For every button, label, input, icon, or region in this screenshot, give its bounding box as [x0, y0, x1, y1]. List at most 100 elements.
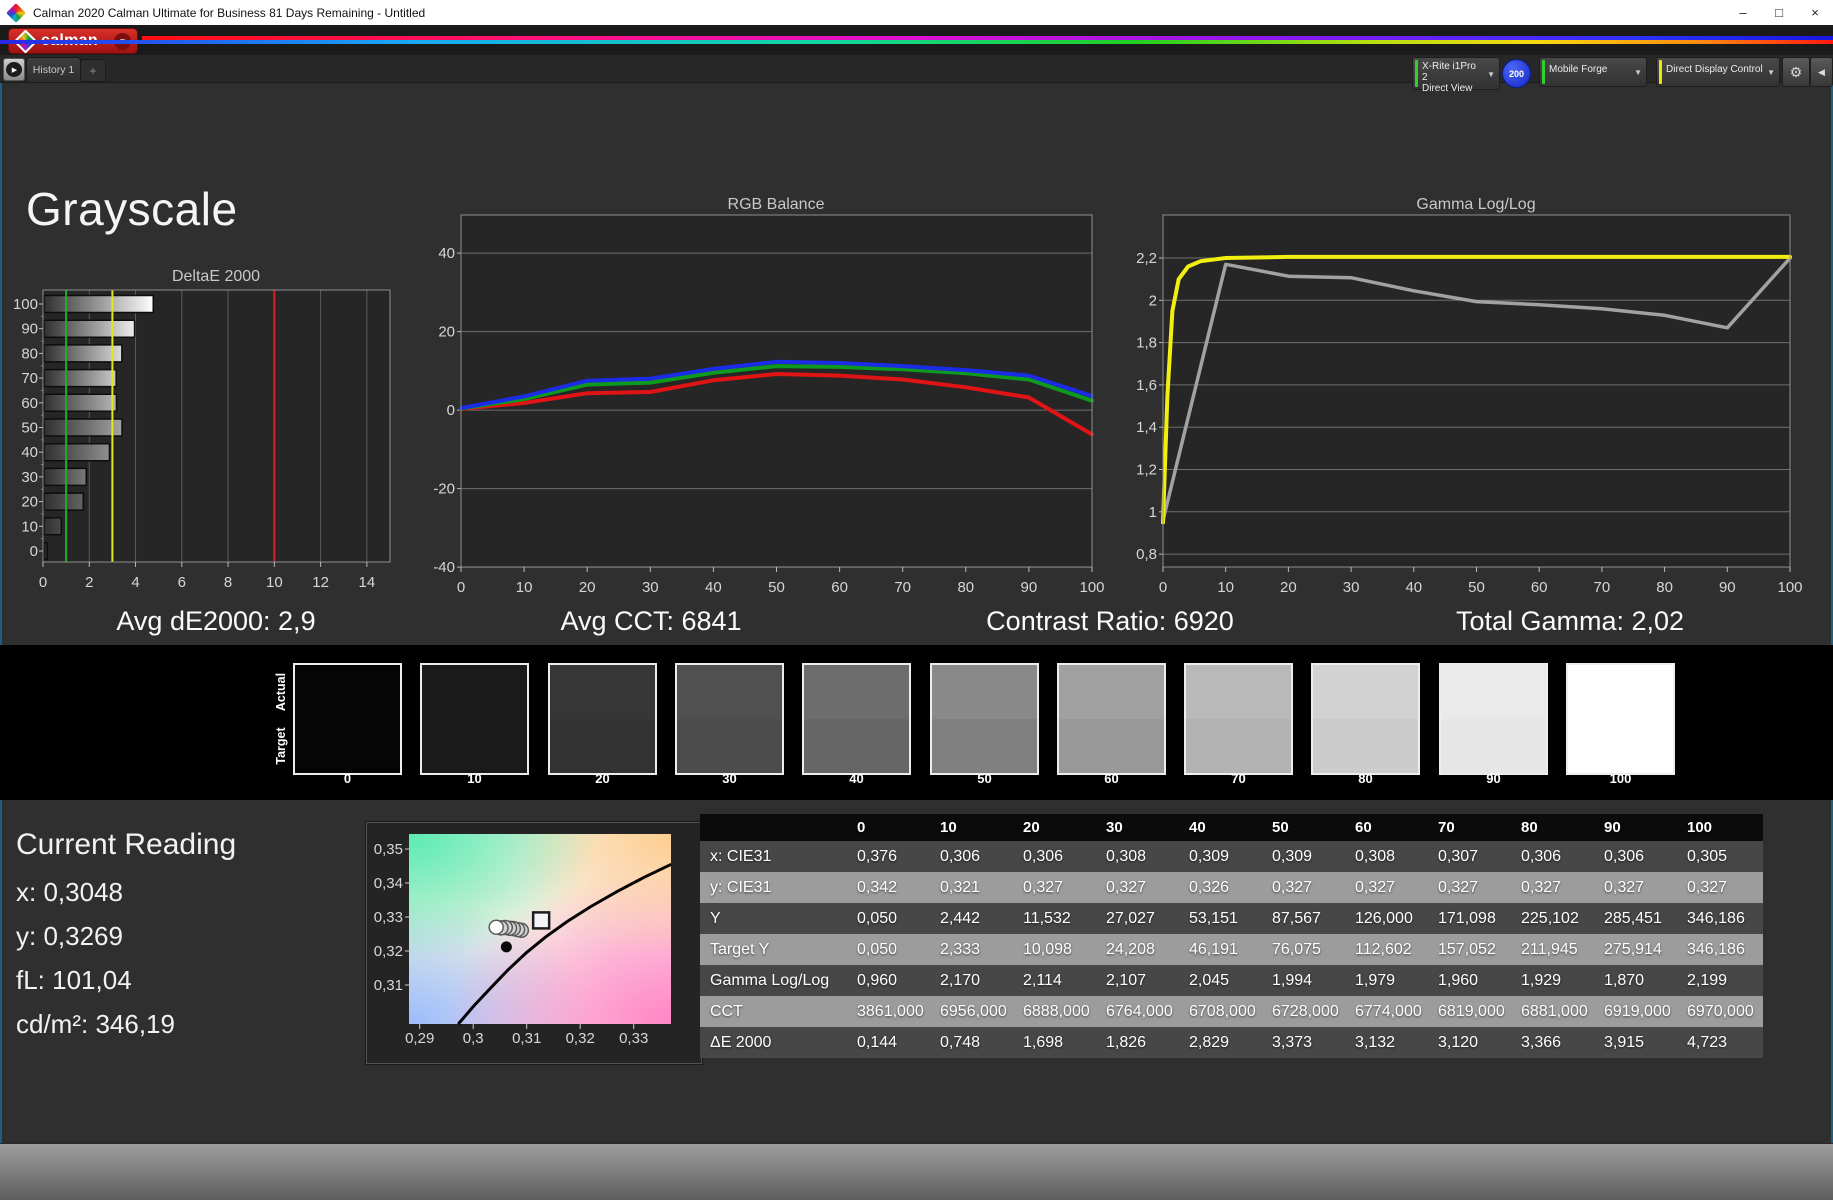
y-axis-label: 20	[438, 324, 455, 341]
target-row-label: Target	[274, 727, 288, 765]
actual-swatch	[550, 665, 655, 719]
x-axis-label: 50	[768, 579, 785, 596]
x-axis-label: 0	[39, 574, 47, 591]
reading-cdm: cd/m²: 346,19	[16, 1009, 175, 1039]
row-label: x: CIE31	[710, 848, 772, 865]
x-axis-label: 0	[1159, 579, 1167, 596]
x-axis-label: 30	[1343, 579, 1360, 596]
x-axis-label: 60	[1531, 579, 1548, 596]
x-axis-label: 0,29	[405, 1030, 434, 1047]
table-row: y: CIE31 0,342 0,321 0,327 0,327 0,326 0,327 0,…	[700, 872, 1763, 903]
table-cell: 0,306	[1604, 848, 1645, 865]
cie-chromaticity-panel: 0,35 0,34 0,33 0,32 0,31 0,29 0,3 0,31 0,32 0,33	[366, 822, 702, 1064]
table-cell: 1,698	[1023, 1034, 1064, 1051]
table-cell: 46,191	[1189, 941, 1238, 958]
y-axis-label: 40	[21, 444, 38, 461]
table-header-cell: 50	[1272, 819, 1289, 836]
x-axis-label: 70	[894, 579, 911, 596]
y-axis-label: 1	[1149, 504, 1157, 521]
table-cell: 0,321	[940, 879, 981, 896]
table-cell: 1,979	[1355, 972, 1396, 989]
summary-total-gamma: Total Gamma: 2,02	[1455, 606, 1685, 636]
strip-swatch-label: 0	[343, 771, 352, 786]
y-axis-label: 100	[13, 296, 38, 313]
display-control-status-bar	[1659, 60, 1662, 84]
strip-swatch-label: 100	[1609, 771, 1632, 786]
y-axis-label: 0,8	[1136, 546, 1157, 563]
maximize-button[interactable]: □	[1761, 0, 1797, 25]
chevron-down-icon: ▼	[1767, 68, 1775, 77]
table-cell: 0,327	[1687, 879, 1728, 896]
strip-swatch-label: 70	[1231, 771, 1246, 786]
table-header-cell: 100	[1687, 819, 1713, 836]
target-marker	[531, 911, 551, 930]
table-cell: 0,327	[1106, 879, 1147, 896]
play-arrow-icon: ▶	[6, 62, 22, 77]
x-axis-label: 10	[266, 574, 283, 591]
table-cell: 3,915	[1604, 1034, 1645, 1051]
add-tab-button[interactable]: +	[80, 59, 106, 82]
close-button[interactable]: ×	[1797, 0, 1833, 25]
meter-status-bar	[1415, 60, 1418, 87]
table-cell: 0,327	[1521, 879, 1562, 896]
table-cell: 6919,000	[1604, 1003, 1671, 1020]
y-axis-label: 0,33	[374, 909, 403, 926]
minimize-button[interactable]: –	[1725, 0, 1761, 25]
source-label: Mobile Forge	[1549, 64, 1608, 75]
strip-swatch-70	[1184, 663, 1293, 775]
strip-swatch-10	[420, 663, 529, 775]
x-axis-label: 0,33	[619, 1030, 648, 1047]
summary-avg-cct: Avg CCT: 6841	[560, 606, 742, 636]
table-cell: 2,107	[1106, 972, 1147, 989]
table-header-cell: 80	[1521, 819, 1538, 836]
window-title: Calman 2020 Calman Ultimate for Business…	[33, 5, 426, 20]
deltae-bar	[43, 294, 155, 314]
table-cell: 211,945	[1521, 941, 1578, 958]
table-header-row: 0 10 20 30 40 50 60 70 80 90 100	[700, 814, 1763, 841]
deltae-bar	[43, 368, 117, 388]
history-panel-toggle-button[interactable]: ▶	[3, 58, 25, 81]
collapse-button[interactable]: ◀	[1810, 57, 1833, 87]
table-cell: 1,960	[1438, 972, 1479, 989]
y-axis-label: 60	[21, 395, 38, 412]
bottom-bar: 0102030405060708090100 ▲ ■ ▶ [··] ∞ ↻ « …	[0, 1143, 1833, 1200]
target-swatch	[295, 719, 400, 773]
table-cell: 6764,000	[1106, 1003, 1173, 1020]
meter-label: X-Rite i1Pro 2 Direct View	[1422, 61, 1476, 94]
strip-swatch-60	[1057, 663, 1166, 775]
results-table: 0 10 20 30 40 50 60 70 80 90 100 x: CIE31 0,376 0,306…	[700, 814, 1763, 1058]
table-cell: 3,373	[1272, 1034, 1313, 1051]
target-swatch	[1441, 719, 1546, 773]
actual-swatch	[1441, 665, 1546, 719]
table-cell: 2,170	[940, 972, 981, 989]
daylight-locus-curve	[457, 862, 672, 1026]
tab-history-1[interactable]: History 1	[26, 57, 81, 82]
table-cell: 6888,000	[1023, 1003, 1090, 1020]
cie-chart: 0,35 0,34 0,33 0,32 0,31 0,29 0,3 0,31 0,32 0,33	[374, 841, 672, 1047]
summary-contrast-ratio: Contrast Ratio: 6920	[986, 606, 1234, 636]
settings-button[interactable]: ⚙	[1782, 57, 1810, 87]
y-axis-label: 10	[21, 518, 38, 535]
strip-swatch-label: 50	[977, 771, 992, 786]
strip-swatch-30	[675, 663, 784, 775]
actual-swatch	[1186, 665, 1291, 719]
strip-swatch-label: 80	[1358, 771, 1373, 786]
table-header-cell: 10	[940, 819, 957, 836]
display-control-dropdown[interactable]: Direct Display Control ▼	[1656, 57, 1780, 87]
table-cell: 0,327	[1272, 879, 1313, 896]
x-axis-label: 10	[1217, 579, 1234, 596]
source-dropdown[interactable]: Mobile Forge ▼	[1539, 57, 1647, 87]
table-cell: 112,602	[1355, 941, 1412, 958]
table-row: Target Y 0,050 2,333 10,098 24,208 46,191 76,0…	[700, 934, 1763, 965]
reading-x: x: 0,3048	[16, 877, 123, 907]
table-cell: 24,208	[1106, 941, 1155, 958]
y-axis-label: 90	[21, 321, 38, 338]
reference-point	[500, 941, 512, 953]
window-controls: – □ ×	[1725, 0, 1833, 25]
table-cell: 171,098	[1438, 910, 1496, 927]
table-cell: 1,994	[1272, 972, 1313, 989]
table-cell: 3,366	[1521, 1034, 1562, 1051]
meter-dropdown[interactable]: X-Rite i1Pro 2 Direct View ▼	[1412, 57, 1500, 94]
table-cell: 346,186	[1687, 910, 1745, 927]
strip-swatch-100	[1566, 663, 1675, 775]
